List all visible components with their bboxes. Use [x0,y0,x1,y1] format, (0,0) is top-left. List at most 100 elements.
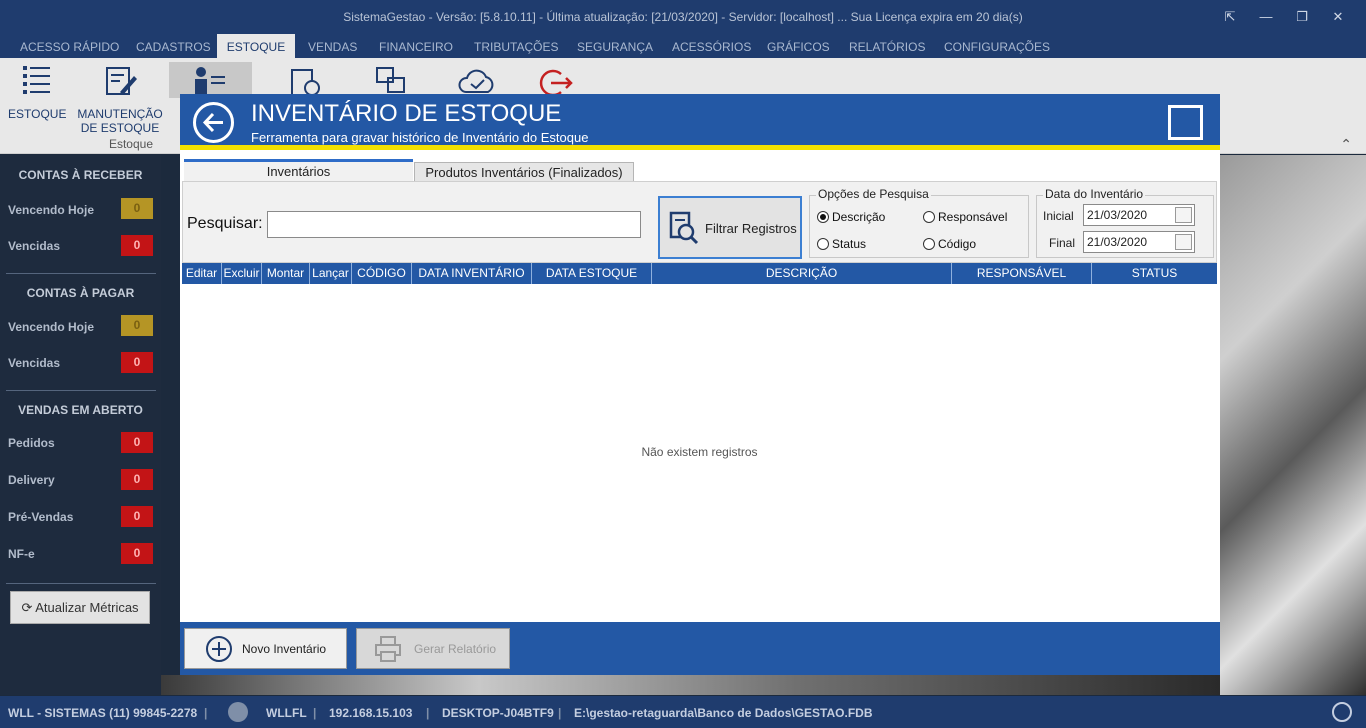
search-document-icon [669,211,699,245]
radio-dot [817,211,829,223]
radio-dot [923,211,935,223]
tab-vendas[interactable]: VENDAS [300,34,365,58]
section-contas-receber: CONTAS À RECEBER [18,168,143,182]
window-title: SistemaGestao - Versão: [5.8.10.11] - Úl… [343,10,1023,24]
generate-report-button[interactable]: Gerar Relatório [356,628,510,669]
radio-codigo-label: Código [938,237,977,251]
pagar-vencidas-label: Vencidas [8,356,61,370]
pre-vendas-label: Pré-Vendas [8,510,74,524]
edit-document-icon [106,67,137,95]
col-codigo[interactable]: CÓDIGO [352,263,412,284]
refresh-metrics-button[interactable]: ⟳ Atualizar Métricas [10,591,150,624]
radio-codigo[interactable]: Código [923,237,976,251]
status-bar: WLL - SISTEMAS (11) 99845-2278 | WLLFL |… [0,696,1366,728]
chevron-up-icon[interactable]: ⌃ [1340,136,1352,153]
status-separator: | [426,706,430,720]
status-company: WLL - SISTEMAS (11) 99845-2278 [8,706,198,720]
tab-seguranca[interactable]: SEGURANÇA [569,34,661,58]
radio-status-label: Status [832,237,867,251]
maximize-button[interactable]: ❐ [1284,6,1320,28]
date-initial-label: Inicial [1043,209,1074,223]
pagar-vencendo-badge: 0 [121,315,153,336]
filter-records-button[interactable]: Filtrar Registros [658,196,802,259]
tab-cadastros[interactable]: CADASTROS [128,34,219,58]
dialog-subtitle: Ferramenta para gravar histórico de Inve… [251,130,589,145]
tab-configuracoes[interactable]: CONFIGURAÇÕES [936,34,1058,58]
dialog-title: INVENTÁRIO DE ESTOQUE [251,100,562,127]
radio-descricao[interactable]: Descrição [817,210,885,224]
new-inventory-button[interactable]: Novo Inventário [184,628,347,669]
radio-responsavel-label: Responsável [938,210,1008,224]
background-image [161,675,1220,695]
back-button[interactable] [193,102,234,143]
date-initial-value: 21/03/2020 [1087,208,1148,222]
date-group: Data do Inventário Inicial 21/03/2020 Fi… [1036,187,1214,258]
tab-acessorios[interactable]: ACESSÓRIOS [664,34,759,58]
divider [6,583,156,584]
col-data-estoque[interactable]: DATA ESTOQUE [532,263,652,284]
col-data-inventario[interactable]: DATA INVENTÁRIO [412,263,532,284]
lock-icon [228,702,248,722]
dialog-header: INVENTÁRIO DE ESTOQUE Ferramenta para gr… [180,94,1220,150]
radio-dot [817,238,829,250]
exit-icon[interactable] [1332,702,1352,722]
section-vendas-aberto: VENDAS EM ABERTO [18,403,143,417]
col-responsavel[interactable]: RESPONSÁVEL [952,263,1092,284]
status-separator: | [204,706,208,720]
background-image [1220,155,1366,695]
ribbon-estoque-label: ESTOQUE [8,107,67,121]
receber-vencidas-label: Vencidas [8,239,61,253]
tab-tributacoes[interactable]: TRIBUTAÇÕES [466,34,566,58]
date-initial-field[interactable]: 21/03/2020 [1083,204,1195,226]
date-final-field[interactable]: 21/03/2020 [1083,231,1195,253]
calendar-icon[interactable] [1175,207,1192,223]
refresh-metrics-label: Atualizar Métricas [35,600,139,615]
title-bar: SistemaGestao - Versão: [5.8.10.11] - Úl… [0,0,1366,34]
transfer-icon[interactable] [374,66,410,96]
tab-inventarios[interactable]: Inventários [184,159,413,183]
tab-estoque[interactable]: ESTOQUE [217,34,295,58]
inventory-person-icon [195,67,225,95]
search-input[interactable] [267,211,641,238]
radio-status[interactable]: Status [817,237,866,251]
calendar-icon[interactable] [1175,234,1192,250]
col-status[interactable]: STATUS [1092,263,1217,284]
receber-vencendo-label: Vencendo Hoje [8,203,95,217]
new-inventory-label: Novo Inventário [242,642,327,656]
pre-vendas-badge: 0 [121,506,153,527]
date-final-label: Final [1049,236,1076,250]
filter-records-label: Filtrar Registros [705,221,797,236]
col-editar[interactable]: Editar [182,263,222,284]
tab-produtos-inventarios[interactable]: Produtos Inventários (Finalizados) [414,162,634,183]
cloud-check-icon[interactable] [458,68,496,96]
minimize-button[interactable]: — [1248,6,1284,28]
ribbon-manutencao-button[interactable]: MANUTENÇÃO DE ESTOQUE [74,62,166,135]
section-contas-pagar: CONTAS À PAGAR [26,286,135,300]
ribbon-estoque-button[interactable]: ESTOQUE [8,62,66,121]
inventory-dialog: INVENTÁRIO DE ESTOQUE Ferramenta para gr… [180,94,1220,675]
tab-acesso-rapido[interactable]: ACESSO RÁPIDO [12,34,127,58]
tab-financeiro[interactable]: FINANCEIRO [371,34,461,58]
col-excluir[interactable]: Excluir [222,263,262,284]
search-options-group: Opções de Pesquisa Descrição Responsável… [809,187,1029,258]
delivery-badge: 0 [121,469,153,490]
dialog-footer: Novo Inventário Gerar Relatório [180,622,1220,675]
tab-graficos[interactable]: GRÁFICOS [759,34,838,58]
close-button[interactable]: ✕ [1320,6,1356,28]
plus-circle-icon [206,636,232,662]
radio-responsavel[interactable]: Responsável [923,210,1007,224]
receber-vencendo-badge: 0 [121,198,153,219]
ribbon-group-label: Estoque [108,137,154,151]
restore-icon[interactable]: ⇱ [1212,6,1248,28]
radio-descricao-label: Descrição [832,210,886,224]
radio-dot [923,238,935,250]
maximize-button[interactable] [1168,105,1203,140]
col-lancar[interactable]: Lançar [310,263,352,284]
col-descricao[interactable]: DESCRIÇÃO [652,263,952,284]
filter-panel: Pesquisar: Filtrar Registros Opções de P… [182,181,1217,263]
ribbon-manutencao-label-1: MANUTENÇÃO [77,107,163,121]
tab-relatorios[interactable]: RELATÓRIOS [841,34,933,58]
col-montar[interactable]: Montar [262,263,310,284]
arrow-left-icon [202,112,223,133]
date-group-title: Data do Inventário [1043,187,1146,201]
